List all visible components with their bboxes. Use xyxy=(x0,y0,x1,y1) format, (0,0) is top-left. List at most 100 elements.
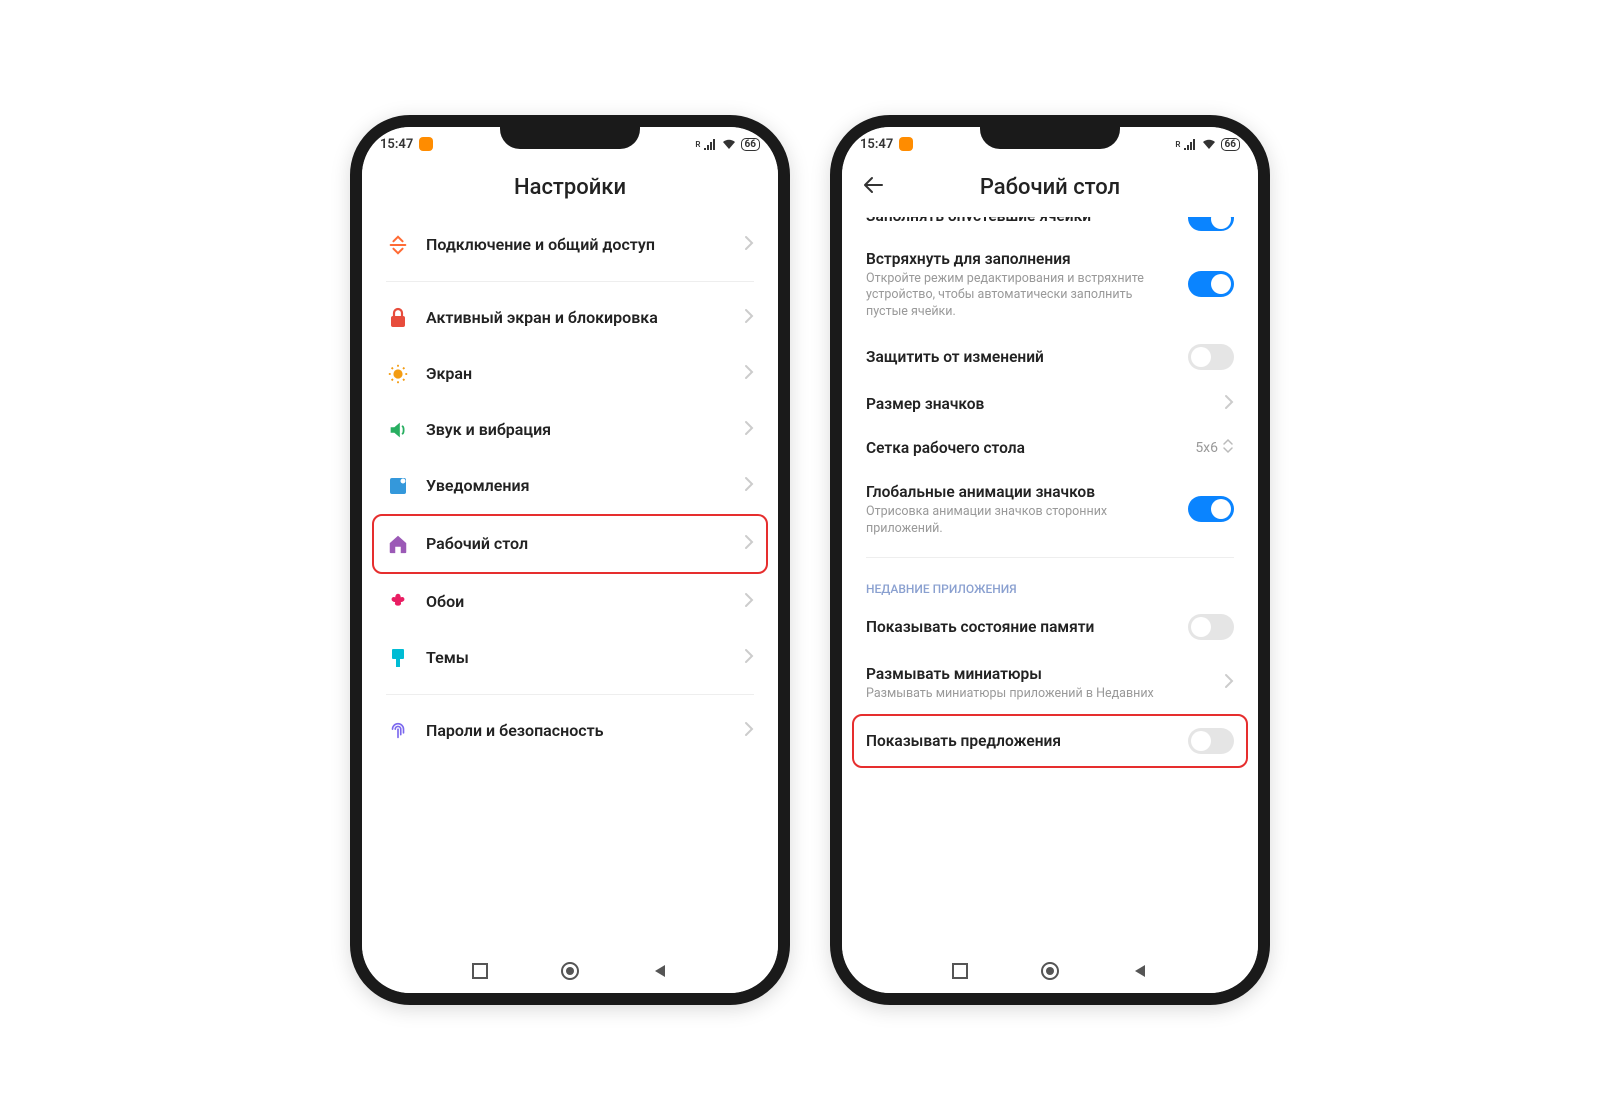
share-icon xyxy=(386,233,410,257)
chevron-right-icon xyxy=(1224,394,1234,414)
toggle-switch[interactable] xyxy=(1188,217,1234,231)
setting-value: 5x6 xyxy=(1195,440,1218,456)
brush-icon xyxy=(386,646,410,670)
toggle-switch[interactable] xyxy=(1188,496,1234,522)
divider xyxy=(386,281,754,282)
app-indicator-icon xyxy=(899,137,913,151)
toggle-switch[interactable] xyxy=(1188,614,1234,640)
chevron-right-icon xyxy=(744,534,754,555)
setting-row[interactable]: Размывать миниатюрыРазмывать миниатюры п… xyxy=(854,652,1246,714)
battery-icon: 66 xyxy=(1221,138,1240,151)
page-title: Рабочий стол xyxy=(980,175,1120,200)
setting-title: Показывать предложения xyxy=(866,731,1176,751)
settings-item-fingerprint[interactable]: Пароли и безопасность xyxy=(374,703,766,759)
settings-item-sun[interactable]: Экран xyxy=(374,346,766,402)
settings-item-share[interactable]: Подключение и общий доступ xyxy=(374,217,766,273)
settings-item-label: Активный экран и блокировка xyxy=(426,308,728,328)
nav-recents-icon[interactable] xyxy=(470,961,490,981)
nav-recents-icon[interactable] xyxy=(950,961,970,981)
nav-back-icon[interactable] xyxy=(1130,961,1150,981)
setting-row[interactable]: Показывать предложения xyxy=(852,714,1248,768)
flag-icon xyxy=(386,474,410,498)
settings-item-flag[interactable]: Уведомления xyxy=(374,458,766,514)
lock-icon xyxy=(386,306,410,330)
settings-item-brush[interactable]: Темы xyxy=(374,630,766,686)
signal-icon xyxy=(703,138,717,150)
screen: 15:47 R 66 Рабочий стол Заполнять опусте… xyxy=(842,127,1258,993)
setting-text: Защитить от изменений xyxy=(866,347,1176,367)
setting-row[interactable]: Сетка рабочего стола 5x6 xyxy=(854,426,1246,470)
header: Рабочий стол xyxy=(842,157,1258,217)
settings-item-label: Уведомления xyxy=(426,476,728,496)
nav-home-icon[interactable] xyxy=(560,961,580,981)
status-time: 15:47 xyxy=(380,137,413,152)
settings-item-lock[interactable]: Активный экран и блокировка xyxy=(374,290,766,346)
setting-title: Глобальные анимации значков xyxy=(866,482,1176,502)
setting-title: Показывать состояние памяти xyxy=(866,617,1176,637)
settings-item-flower[interactable]: Обои xyxy=(374,574,766,630)
chevron-right-icon xyxy=(744,592,754,613)
back-arrow-icon[interactable] xyxy=(862,175,884,200)
setting-row-cutoff[interactable]: Заполнять опустевшие ячейки xyxy=(854,217,1246,237)
fingerprint-icon xyxy=(386,719,410,743)
signal-r-label: R xyxy=(695,140,700,149)
speaker-icon xyxy=(386,418,410,442)
phone-left: 15:47 R 66 Настройки Подключение и общий… xyxy=(350,115,790,1005)
divider xyxy=(386,694,754,695)
setting-text: Показывать состояние памяти xyxy=(866,617,1176,637)
flower-icon xyxy=(386,590,410,614)
setting-row[interactable]: Показывать состояние памяти xyxy=(854,602,1246,652)
settings-item-label: Звук и вибрация xyxy=(426,420,728,440)
nav-home-icon[interactable] xyxy=(1040,961,1060,981)
setting-title-cutoff: Заполнять опустевшие ячейки xyxy=(866,217,1176,221)
setting-title: Размывать миниатюры xyxy=(866,664,1212,684)
chevron-right-icon xyxy=(744,308,754,329)
phone-right: 15:47 R 66 Рабочий стол Заполнять опусте… xyxy=(830,115,1270,1005)
setting-row[interactable]: Защитить от изменений xyxy=(854,332,1246,382)
wifi-icon xyxy=(721,138,737,150)
setting-text: Показывать предложения xyxy=(866,731,1176,751)
settings-item-label: Рабочий стол xyxy=(426,534,728,554)
nav-bar xyxy=(842,949,1258,993)
nav-bar xyxy=(362,949,778,993)
toggle-switch[interactable] xyxy=(1188,271,1234,297)
chevron-right-icon xyxy=(744,235,754,256)
settings-item-label: Темы xyxy=(426,648,728,668)
signal-r-label: R xyxy=(1175,140,1180,149)
setting-text: Глобальные анимации значковОтрисовка ани… xyxy=(866,482,1176,537)
page-title: Настройки xyxy=(514,175,626,200)
status-time: 15:47 xyxy=(860,137,893,152)
setting-title: Защитить от изменений xyxy=(866,347,1176,367)
settings-item-label: Подключение и общий доступ xyxy=(426,235,728,255)
setting-title: Встряхнуть для заполнения xyxy=(866,249,1176,269)
section-label: НЕДАВНИЕ ПРИЛОЖЕНИЯ xyxy=(854,566,1246,602)
setting-description: Отрисовка анимации значков сторонних при… xyxy=(866,504,1176,537)
content: Подключение и общий доступ Активный экран… xyxy=(362,217,778,949)
chevron-right-icon xyxy=(744,721,754,742)
setting-title: Сетка рабочего стола xyxy=(866,438,1183,458)
sun-icon xyxy=(386,362,410,386)
screen: 15:47 R 66 Настройки Подключение и общий… xyxy=(362,127,778,993)
chevron-right-icon xyxy=(744,648,754,669)
battery-icon: 66 xyxy=(741,138,760,151)
nav-back-icon[interactable] xyxy=(650,961,670,981)
toggle-switch[interactable] xyxy=(1188,728,1234,754)
settings-item-label: Обои xyxy=(426,592,728,612)
updown-icon xyxy=(1222,438,1234,458)
setting-row[interactable]: Встряхнуть для заполненияОткройте режим … xyxy=(854,237,1246,332)
setting-row[interactable]: Размер значков xyxy=(854,382,1246,426)
toggle-switch[interactable] xyxy=(1188,344,1234,370)
chevron-right-icon xyxy=(744,364,754,385)
settings-item-speaker[interactable]: Звук и вибрация xyxy=(374,402,766,458)
setting-text: Размер значков xyxy=(866,394,1212,414)
chevron-right-icon xyxy=(744,476,754,497)
app-indicator-icon xyxy=(419,137,433,151)
status-bar: 15:47 R 66 xyxy=(842,127,1258,157)
header: Настройки xyxy=(362,157,778,217)
settings-item-home[interactable]: Рабочий стол xyxy=(372,514,768,574)
setting-text: Сетка рабочего стола xyxy=(866,438,1183,458)
setting-row[interactable]: Глобальные анимации значковОтрисовка ани… xyxy=(854,470,1246,549)
setting-text: Встряхнуть для заполненияОткройте режим … xyxy=(866,249,1176,320)
home-icon xyxy=(386,532,410,556)
setting-description: Откройте режим редактирования и встряхни… xyxy=(866,271,1176,320)
